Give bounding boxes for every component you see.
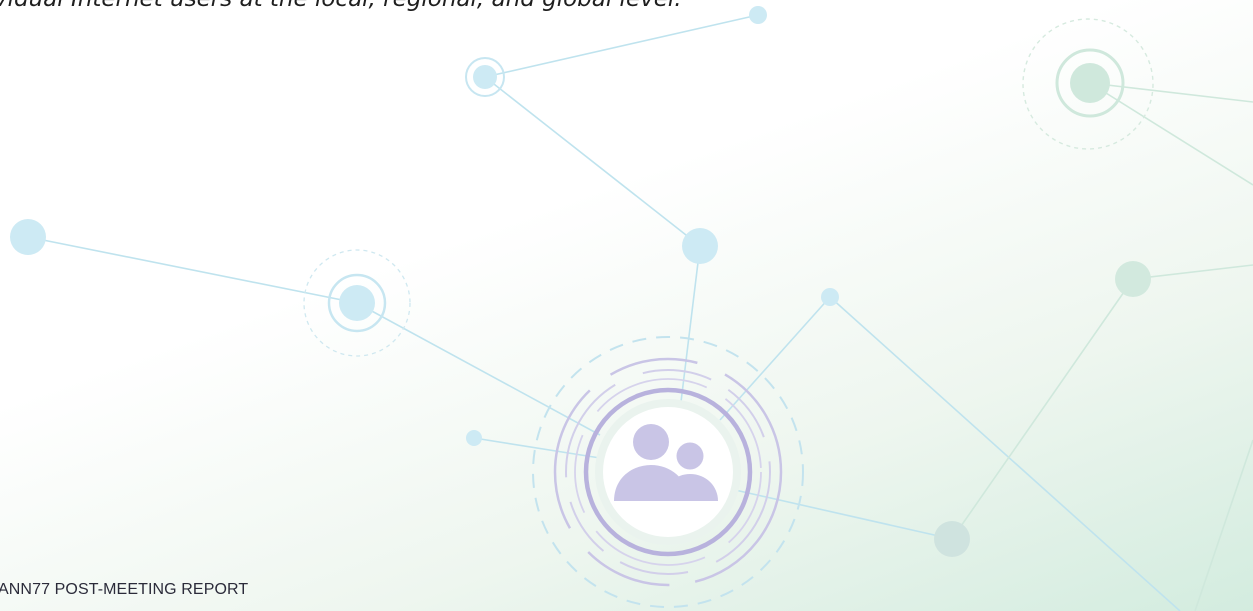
- network-node: [1115, 261, 1151, 297]
- intro-text: vidual Internet users at the local, regi…: [0, 0, 682, 12]
- network-node: [473, 65, 497, 89]
- network-link: [356, 302, 601, 436]
- report-footer-label: ANN77 POST-MEETING REPORT: [0, 581, 249, 598]
- network-node: [1070, 63, 1110, 103]
- network-link: [484, 76, 701, 247]
- people-hub: [532, 336, 804, 608]
- network-node: [10, 219, 46, 255]
- network-node: [749, 6, 767, 24]
- network-link: [951, 278, 1134, 540]
- network-node: [339, 285, 375, 321]
- network-link: [1194, 439, 1253, 611]
- network-link: [679, 245, 701, 411]
- network-link: [27, 236, 358, 304]
- network-node: [466, 430, 482, 446]
- network-link: [1089, 82, 1253, 186]
- network-node: [682, 228, 718, 264]
- network-link: [484, 14, 759, 78]
- network-illustration: [10, 6, 1253, 611]
- network-link: [1132, 264, 1253, 280]
- network-link: [719, 296, 831, 421]
- network-link: [829, 296, 1181, 611]
- network-node: [934, 521, 970, 557]
- network-node: [821, 288, 839, 306]
